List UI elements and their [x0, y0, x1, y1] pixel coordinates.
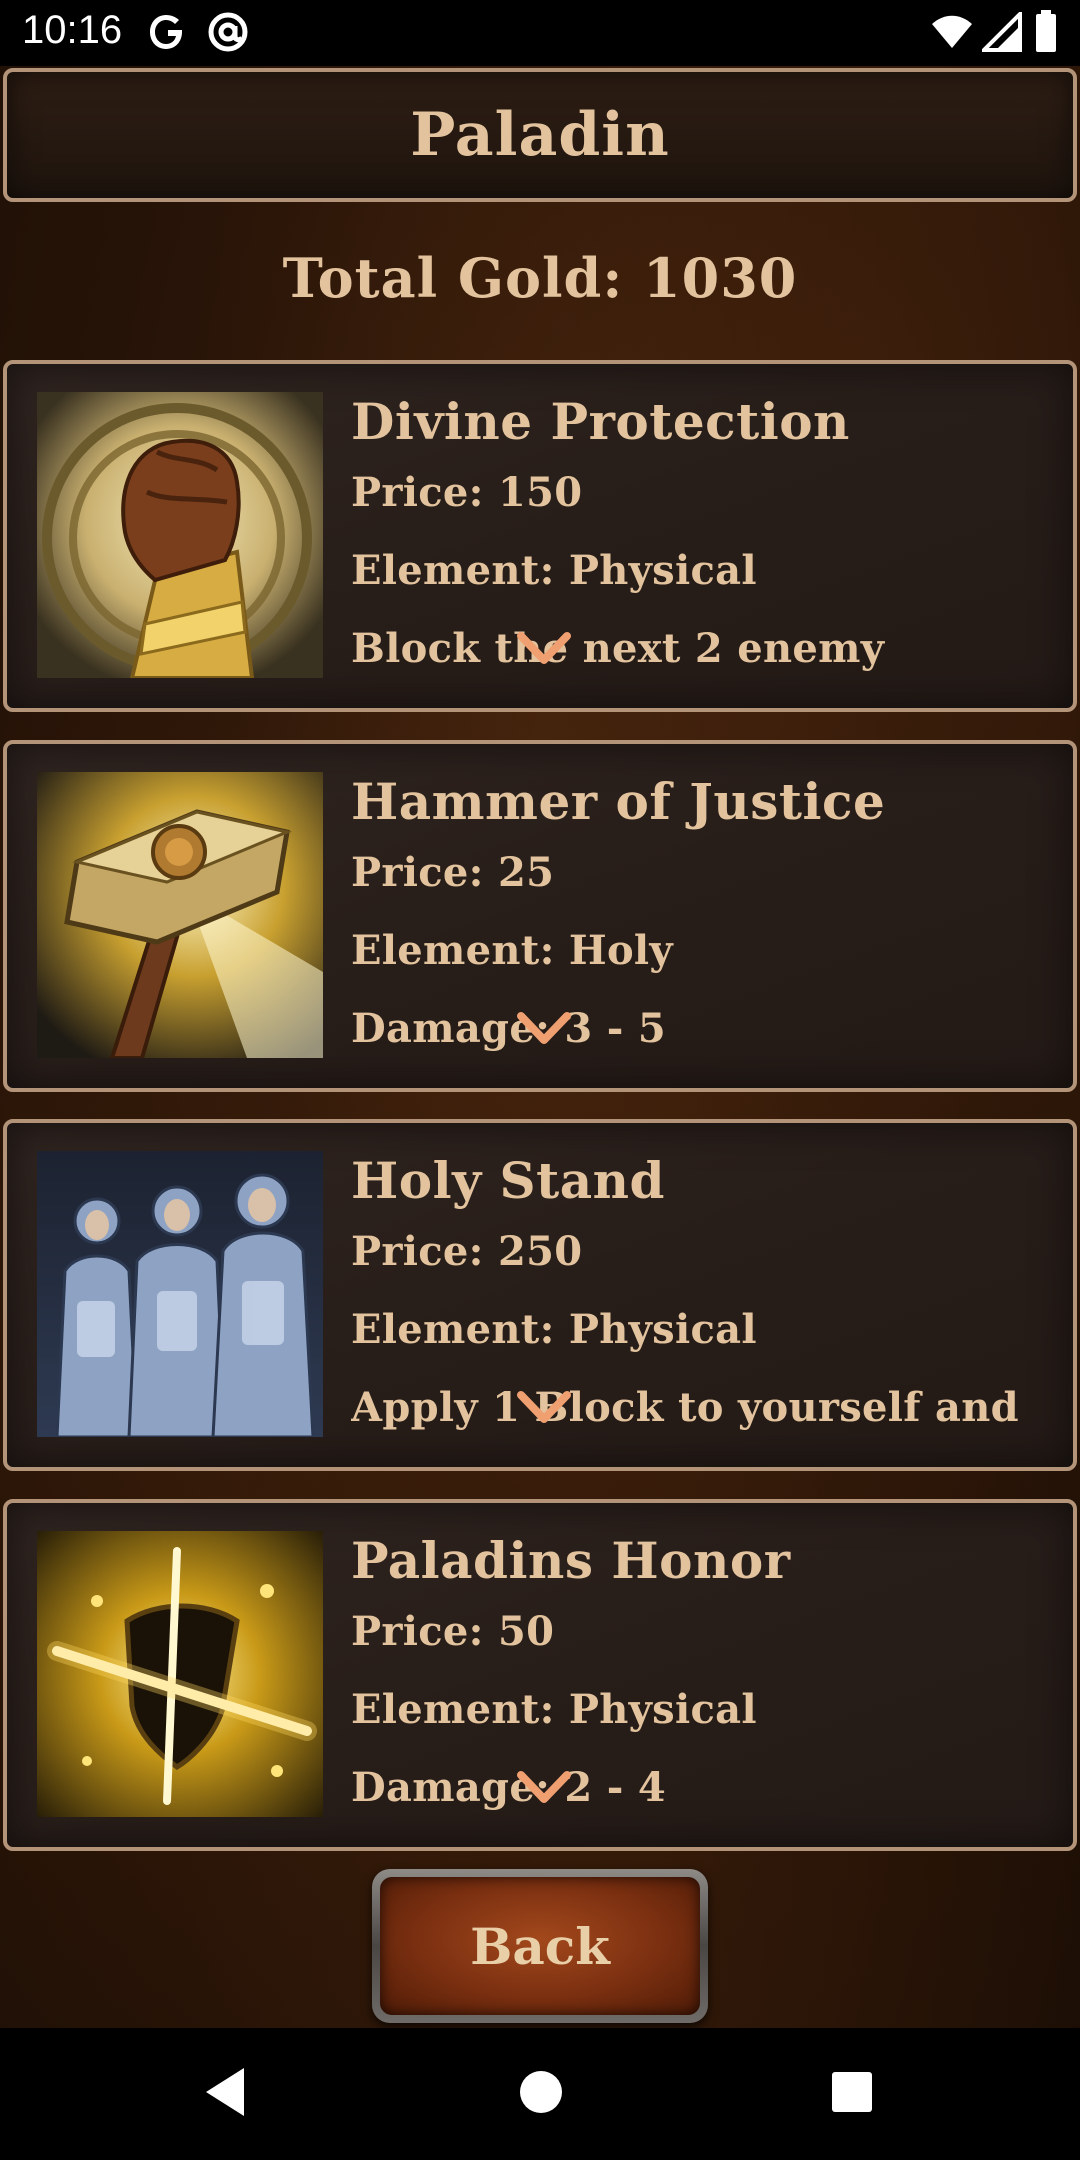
skill-card-holy-stand[interactable]: Holy Stand Price: 250 Element: Physical …	[3, 1119, 1077, 1471]
skill-element: Element: Physical	[351, 1686, 757, 1733]
skill-description: Block the next 2 enemy	[351, 625, 885, 672]
skill-description: Damage: 3 - 5	[351, 1005, 666, 1052]
battery-icon	[1036, 10, 1056, 52]
skill-element: Element: Physical	[351, 547, 757, 594]
skill-element: Element: Holy	[351, 927, 673, 974]
skill-price: Price: 25	[351, 849, 555, 896]
skill-info: Divine Protection Price: 150 Element: Ph…	[351, 392, 1051, 678]
expand-chevron-icon[interactable]	[517, 632, 571, 666]
fist-icon	[37, 392, 323, 678]
expand-chevron-icon[interactable]	[517, 1391, 571, 1425]
back-button-label: Back	[470, 1916, 610, 1976]
knights-icon	[37, 1151, 323, 1437]
skill-description: Damage: 2 - 4	[351, 1764, 666, 1811]
skill-name: Holy Stand	[351, 1151, 665, 1210]
skill-card-hammer-of-justice[interactable]: Hammer of Justice Price: 25 Element: Hol…	[3, 740, 1077, 1092]
skill-price: Price: 250	[351, 1228, 583, 1275]
nav-recents-icon[interactable]	[830, 2064, 874, 2120]
skill-name: Hammer of Justice	[351, 772, 886, 831]
skill-price: Price: 50	[351, 1608, 555, 1655]
nav-home-icon[interactable]	[518, 2064, 564, 2120]
total-gold: Total Gold: 1030	[282, 246, 798, 310]
shield-icon	[37, 1531, 323, 1817]
signal-icon	[982, 12, 1022, 52]
back-button-face[interactable]: Back	[380, 1877, 700, 2015]
skill-info: Holy Stand Price: 250 Element: Physical …	[351, 1151, 1051, 1437]
nav-back-icon[interactable]	[200, 2064, 250, 2120]
skill-name: Divine Protection	[351, 392, 850, 451]
skill-price: Price: 150	[351, 469, 583, 516]
navigation-bar	[0, 2028, 1080, 2160]
status-bar: 10:16	[0, 0, 1080, 66]
skill-card-paladins-honor[interactable]: Paladins Honor Price: 50 Element: Physic…	[3, 1499, 1077, 1851]
at-sign-icon	[208, 12, 248, 52]
expand-chevron-icon[interactable]	[517, 1771, 571, 1805]
google-icon	[150, 15, 182, 49]
hammer-icon	[37, 772, 323, 1058]
skill-name: Paladins Honor	[351, 1531, 791, 1590]
skill-info: Paladins Honor Price: 50 Element: Physic…	[351, 1531, 1051, 1817]
wifi-icon	[932, 15, 972, 48]
skill-description: Apply 1 Block to yourself and	[351, 1384, 1019, 1431]
skill-element: Element: Physical	[351, 1306, 757, 1353]
title-panel: Paladin	[3, 68, 1077, 202]
status-time: 10:16	[22, 8, 123, 52]
shop-screen: Paladin Total Gold: 1030 Divine Protecti…	[0, 66, 1080, 2028]
skill-card-divine-protection[interactable]: Divine Protection Price: 150 Element: Ph…	[3, 360, 1077, 712]
skill-info: Hammer of Justice Price: 25 Element: Hol…	[351, 772, 1051, 1058]
page-title: Paladin	[410, 100, 670, 170]
expand-chevron-icon[interactable]	[517, 1012, 571, 1046]
back-button[interactable]: Back	[372, 1869, 708, 2023]
